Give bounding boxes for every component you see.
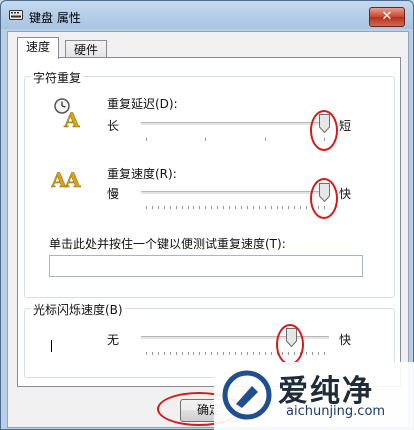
slider-tick — [217, 352, 219, 355]
watermark-text-en: aichunjing.com — [286, 404, 386, 419]
highlight-circle-blink — [276, 324, 304, 365]
slider-tick — [199, 352, 201, 355]
svg-text:A: A — [63, 108, 80, 129]
slider-tick — [294, 206, 296, 209]
char-repeat-title: 字符重复 — [31, 69, 84, 86]
slider-tick — [306, 352, 308, 355]
slider-tick — [240, 206, 242, 209]
slider-tick — [205, 206, 207, 209]
slider-tick — [199, 206, 201, 209]
highlight-circle-rate — [310, 178, 338, 219]
slider-tick — [193, 206, 195, 209]
slider-tick — [235, 352, 236, 355]
slider-tick — [229, 352, 231, 355]
slider-tick — [211, 206, 213, 209]
watermark: 爱纯净 aichunjing.com — [214, 362, 414, 430]
slider-tick — [157, 352, 159, 355]
slider-tick — [146, 206, 147, 209]
slider-tick — [282, 206, 284, 209]
slider-tick — [240, 352, 242, 355]
tab-panel-speed: 字符重复 A 重复延迟(D): 长 短 A A 重复速度(R): 慢 快 单击此… — [17, 57, 401, 387]
slider-tick — [175, 206, 177, 209]
char-repeat-group: 字符重复 A 重复延迟(D): 长 短 A A 重复速度(R): 慢 快 单击此… — [24, 69, 395, 298]
slider-tick — [264, 352, 266, 355]
slider-tick — [187, 352, 189, 355]
slider-tick — [264, 206, 266, 209]
slider-tick — [151, 206, 153, 209]
slider-tick — [146, 352, 147, 355]
cursor-blink-title: 光标闪烁速度(B) — [31, 301, 125, 318]
slider-tick — [252, 206, 254, 209]
slider-tick — [264, 138, 266, 141]
slider-tick — [324, 352, 325, 355]
slider-tick — [211, 352, 213, 355]
slider-tick — [270, 206, 272, 209]
repeat-delay-min-label: 长 — [107, 119, 120, 133]
slider-tick — [276, 206, 278, 209]
repeat-test-input[interactable] — [49, 255, 363, 277]
slider-tick — [288, 206, 290, 209]
slider-tick — [205, 138, 207, 141]
slider-tick — [312, 352, 314, 355]
repeat-rate-label: 重复速度(R): — [107, 167, 177, 181]
repeat-rate-track[interactable] — [141, 191, 329, 195]
double-letter-icon: A A — [51, 168, 81, 191]
svg-text:A: A — [64, 168, 81, 191]
slider-tick — [235, 206, 236, 209]
window-title: 键盘 属性 — [29, 11, 81, 25]
slider-tick — [151, 352, 153, 355]
slider-tick — [223, 206, 225, 209]
title-bar[interactable]: 键盘 属性 ✕ — [1, 1, 413, 31]
clock-letter-icon: A — [54, 98, 80, 129]
text-cursor-icon — [51, 340, 52, 352]
repeat-rate-max-label: 快 — [339, 187, 352, 201]
cursor-blink-max-label: 快 — [339, 333, 352, 347]
slider-tick — [146, 138, 147, 141]
slider-tick — [300, 206, 302, 209]
slider-tick — [205, 352, 207, 355]
slider-tick — [246, 206, 248, 209]
slider-tick — [193, 352, 195, 355]
slider-tick — [223, 352, 225, 355]
slider-tick — [229, 206, 231, 209]
cursor-blink-min-label: 无 — [107, 333, 120, 347]
highlight-circle-delay — [310, 110, 338, 151]
repeat-delay-label: 重复延迟(D): — [107, 97, 178, 111]
slider-tick — [169, 352, 171, 355]
slider-tick — [163, 206, 165, 209]
repeat-delay-track[interactable] — [141, 122, 329, 126]
slider-tick — [306, 206, 308, 209]
slider-tick — [318, 352, 320, 355]
repeat-delay-max-label: 短 — [339, 119, 352, 133]
close-button[interactable]: ✕ — [369, 7, 405, 27]
slider-tick — [270, 352, 272, 355]
slider-tick — [187, 206, 189, 209]
repeat-rate-ticks — [146, 206, 325, 209]
slider-tick — [258, 352, 260, 355]
tab-speed[interactable]: 速度 — [17, 37, 60, 59]
slider-tick — [258, 206, 260, 209]
slider-tick — [169, 206, 171, 209]
slider-tick — [157, 206, 159, 209]
repeat-delay-ticks — [146, 138, 325, 141]
repeat-rate-min-label: 慢 — [107, 187, 120, 201]
slider-tick — [246, 352, 248, 355]
slider-tick — [163, 352, 165, 355]
keyboard-icon — [9, 10, 23, 20]
slider-tick — [252, 352, 254, 355]
slider-tick — [181, 352, 183, 355]
slider-tick — [181, 206, 183, 209]
slider-tick — [217, 206, 219, 209]
slider-tick — [175, 352, 177, 355]
repeat-test-label: 单击此处并按住一个键以便测试重复速度(T): — [49, 237, 286, 251]
brand-logo-icon — [222, 370, 272, 420]
